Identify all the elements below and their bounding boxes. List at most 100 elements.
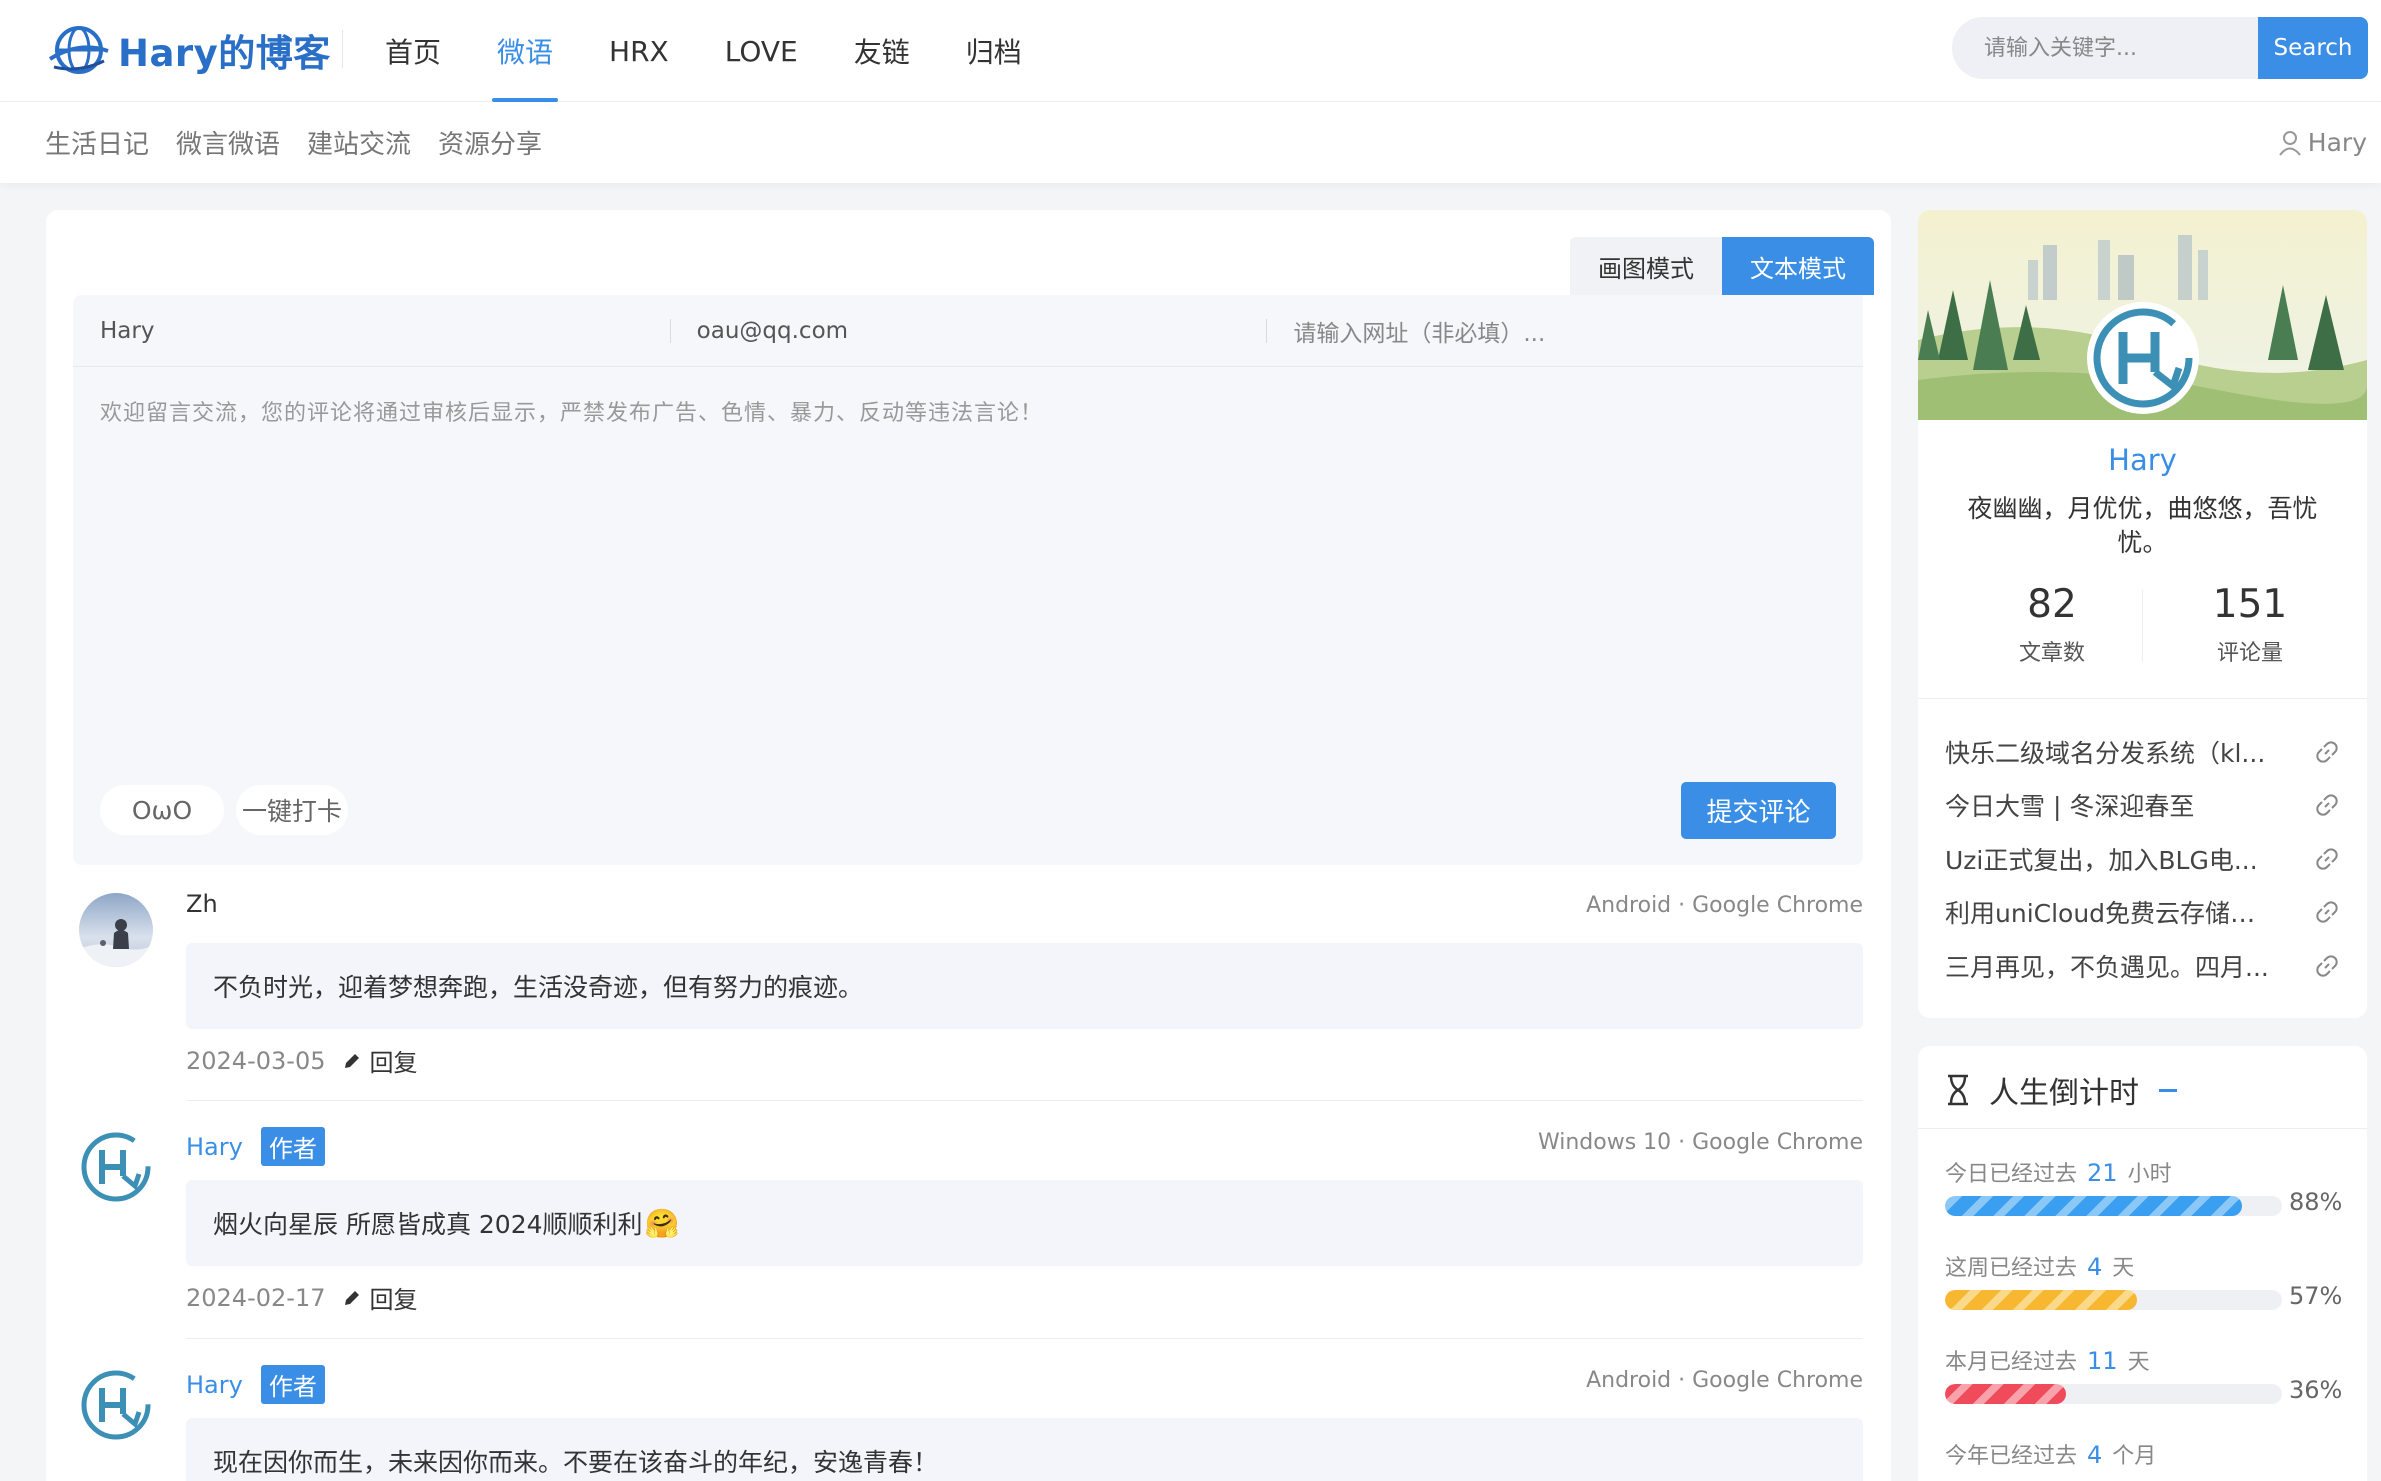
name-field[interactable]: Hary — [73, 295, 670, 367]
avatar[interactable] — [79, 1130, 153, 1204]
progress-fill — [1945, 1196, 2242, 1216]
nav-home[interactable]: 首页 — [357, 0, 469, 102]
author-badge: 作者 — [260, 1127, 325, 1166]
hary-logo-avatar-icon — [81, 1370, 151, 1440]
comment-text: 不负时光，迎着梦想奔跑，生活没奇迹，但有努力的痕迹。 — [186, 943, 1863, 1029]
checkin-button[interactable]: 一键打卡 — [236, 785, 348, 835]
comment-item: Hary 作者 Windows 10 · Google Chrome 烟火向星辰… — [73, 1127, 1863, 1339]
list-item[interactable]: 快乐二级域名分发系统（kl... — [1945, 725, 2339, 779]
nav-archive[interactable]: 归档 — [938, 0, 1050, 102]
comment-divider — [186, 1100, 1863, 1101]
hug-emoji-icon: 🤗 — [644, 1206, 680, 1240]
comments-count: 151 — [2212, 582, 2288, 627]
category-micro-words[interactable]: 微言微语 — [176, 124, 280, 161]
countdown-label: 今日已经过去 21 小时 — [1945, 1156, 2345, 1188]
author-name: Hary — [186, 1132, 243, 1161]
countdown-unit: 天 — [2112, 1256, 2135, 1281]
reply-button[interactable]: 回复 — [343, 1043, 417, 1078]
countdown-row: 今年已经过去 4 个月 — [1945, 1438, 2345, 1470]
stat-divider — [2142, 590, 2143, 662]
profile-name[interactable]: Hary — [1918, 443, 2367, 477]
author-badge: 作者 — [260, 1365, 325, 1404]
countdown-label: 这周已经过去 4 天 — [1945, 1250, 2345, 1282]
list-item[interactable]: 今日大雪 | 冬深迎春至 — [1945, 779, 2339, 833]
comment-meta: 2024-02-17 回复 — [186, 1280, 417, 1315]
tab-draw-mode[interactable]: 画图模式 — [1570, 237, 1722, 295]
submit-comment-button[interactable]: 提交评论 — [1681, 782, 1836, 839]
logo-divider — [342, 30, 343, 68]
articles-label: 文章数 — [2018, 641, 2085, 666]
comment-date: 2024-02-17 — [186, 1283, 326, 1312]
link-icon — [2316, 901, 2338, 923]
comment-author[interactable]: Hary 作者 — [186, 1127, 325, 1166]
url-field[interactable]: 请输入网址（非必填）... — [1266, 295, 1863, 367]
avatar[interactable] — [79, 893, 153, 967]
post-title: 今日大雪 | 冬深迎春至 — [1945, 792, 2195, 822]
search-button[interactable]: Search — [2258, 17, 2368, 79]
site-title: Hary的博客 — [118, 32, 331, 75]
hary-logo-avatar-icon — [81, 1132, 151, 1202]
countdown-divider — [1918, 1128, 2367, 1129]
comment-user-agent: Android · Google Chrome — [1586, 893, 1863, 918]
owo-emoji-button[interactable]: OωO — [100, 785, 224, 835]
pencil-icon — [345, 1290, 360, 1305]
globe-logo-icon — [48, 26, 109, 74]
link-icon — [2316, 741, 2338, 763]
countdown-prefix: 今年已经过去 — [1945, 1444, 2078, 1469]
post-title: Uzi正式复出，加入BLG电... — [1945, 845, 2258, 875]
link-icon — [2316, 955, 2338, 977]
progress-track — [1945, 1290, 2282, 1310]
editor-mode-tabs: 画图模式 文本模式 — [1570, 237, 1874, 295]
life-countdown-card: 人生倒计时 今日已经过去 21 小时 88% 这周已经过去 4 天 57% 本月已经过去… — [1918, 1046, 2367, 1481]
hourglass-icon — [1948, 1074, 1968, 1106]
link-icon — [2316, 794, 2338, 816]
countdown-number: 21 — [2087, 1159, 2118, 1187]
post-title: 利用uniCloud免费云存储自... — [1945, 899, 2275, 929]
nav-hrx[interactable]: HRX — [581, 0, 697, 102]
comment-item: Zh Android · Google Chrome 不负时光，迎着梦想奔跑，生… — [73, 890, 1863, 1101]
avatar[interactable] — [79, 1368, 153, 1442]
link-icon — [2316, 848, 2338, 870]
comments-label: 评论量 — [2216, 641, 2283, 666]
category-site-building[interactable]: 建站交流 — [307, 124, 411, 161]
countdown-number: 4 — [2087, 1441, 2103, 1469]
comment-form: Hary oau@qq.com 请输入网址（非必填）... 欢迎留言交流，您的评… — [73, 295, 1863, 865]
profile-card: Hary 夜幽幽，月优优，曲悠悠，吾忧忧。 82 文章数 151 评论量 快乐二… — [1918, 210, 2367, 1018]
top-navbar: Hary的博客 首页 微语 HRX LOVE 友链 归档 Search — [0, 0, 2381, 102]
countdown-label: 今年已经过去 4 个月 — [1945, 1438, 2345, 1470]
email-field[interactable]: oau@qq.com — [669, 295, 1267, 367]
user-menu[interactable]: Hary — [2278, 102, 2367, 183]
reply-label: 回复 — [369, 1286, 418, 1314]
progress-fill — [1945, 1290, 2138, 1310]
nav-love[interactable]: LOVE — [697, 0, 826, 102]
user-name: Hary — [2307, 128, 2367, 157]
post-title: 快乐二级域名分发系统（kl... — [1945, 738, 2266, 768]
comment-author[interactable]: Hary 作者 — [186, 1365, 325, 1404]
list-item[interactable]: 三月再见，不负遇见。四月... — [1945, 939, 2339, 993]
site-logo[interactable]: Hary的博客 — [48, 20, 331, 80]
countdown-prefix: 本月已经过去 — [1945, 1350, 2078, 1375]
pencil-icon — [345, 1053, 360, 1068]
list-item[interactable]: Uzi正式复出，加入BLG电... — [1945, 832, 2339, 886]
reply-button[interactable]: 回复 — [343, 1280, 417, 1315]
nav-weiyu[interactable]: 微语 — [469, 0, 581, 102]
comment-bubble: 烟火向星辰 所愿皆成真 2024顺顺利利 🤗 — [186, 1180, 1863, 1266]
category-life-diary[interactable]: 生活日记 — [45, 124, 149, 161]
countdown-number: 11 — [2087, 1347, 2118, 1375]
comment-author[interactable]: Zh — [186, 890, 218, 918]
articles-stat: 82 文章数 — [1982, 582, 2122, 667]
tab-text-mode[interactable]: 文本模式 — [1722, 237, 1874, 295]
list-item[interactable]: 利用uniCloud免费云存储自... — [1945, 886, 2339, 940]
comment-date: 2024-03-05 — [186, 1046, 326, 1075]
countdown-unit: 天 — [2127, 1350, 2150, 1375]
countdown-unit: 个月 — [2112, 1444, 2157, 1469]
comment-divider — [186, 1338, 1863, 1339]
articles-count: 82 — [2027, 582, 2077, 627]
user-avatar-icon — [79, 893, 153, 967]
progress-track — [1945, 1196, 2282, 1216]
comment-textarea[interactable]: 欢迎留言交流，您的评论将通过审核后显示，严禁发布广告、色情、暴力、反动等违法言论… — [100, 395, 1043, 427]
category-resources[interactable]: 资源分享 — [438, 124, 542, 161]
nav-friend-links[interactable]: 友链 — [826, 0, 938, 102]
comment-fields: Hary oau@qq.com 请输入网址（非必填）... — [73, 295, 1863, 367]
progress-percent: 88% — [2289, 1188, 2343, 1216]
